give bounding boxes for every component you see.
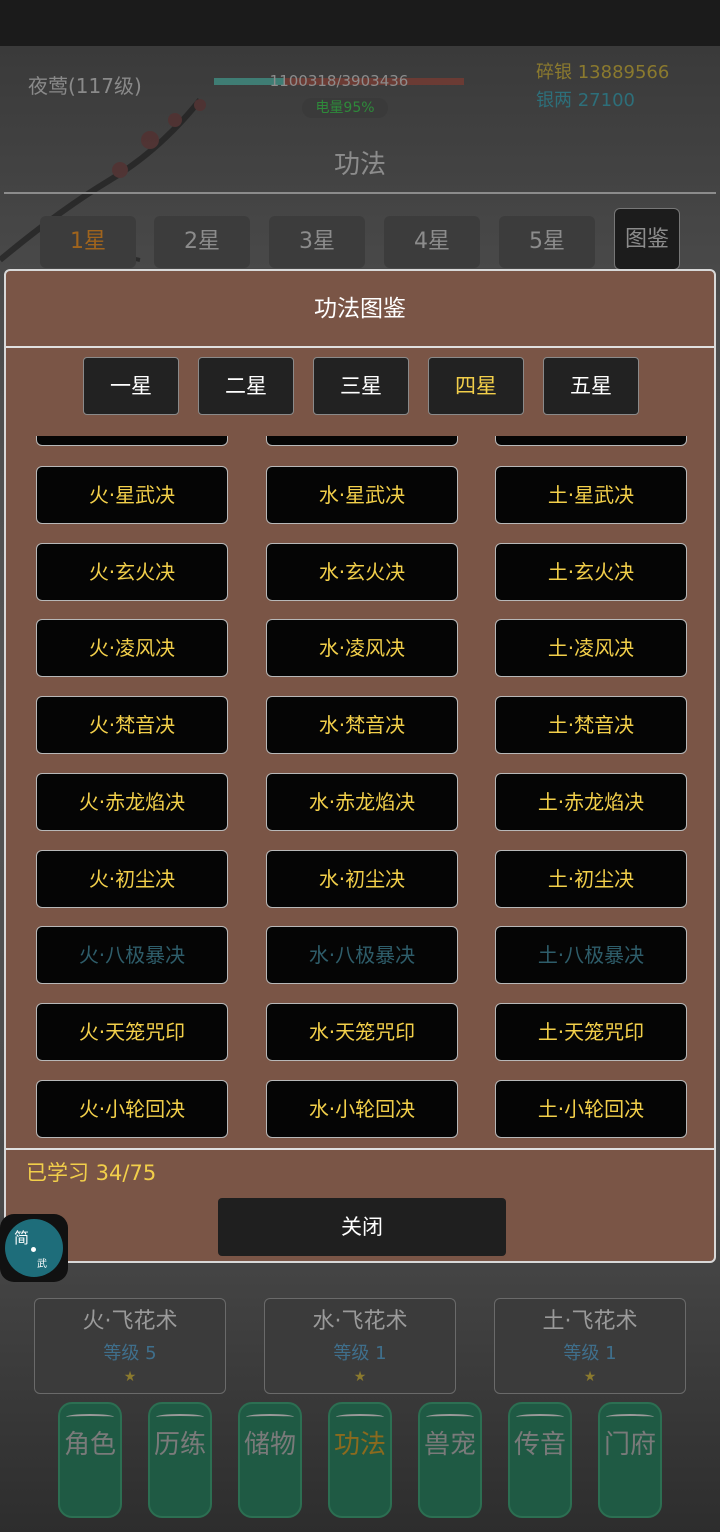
- skill-button[interactable]: 水·初尘决: [266, 849, 458, 908]
- learned-count: 已学习 34/75: [26, 1161, 157, 1185]
- silver-taels: 银两 27100: [536, 90, 635, 111]
- skill-button[interactable]: 土·八极暴决: [495, 926, 687, 985]
- bottom-nav: 角色 历练 储物 功法 兽宠 传音 门府: [0, 1402, 720, 1522]
- cloud-icon: [606, 1414, 654, 1420]
- silver-fragments: 碎银 13889566: [536, 62, 670, 83]
- star-icon: ★: [583, 1369, 597, 1385]
- tab-5-star[interactable]: 5星: [499, 216, 595, 268]
- battery-indicator: 电量95%: [302, 98, 388, 118]
- bg-skill-level: 等级 5: [103, 1343, 157, 1364]
- skill-button[interactable]: 土·初尘决: [495, 849, 687, 908]
- badge-char: 简: [14, 1229, 30, 1247]
- nav-pets[interactable]: 兽宠: [418, 1402, 482, 1518]
- nav-label: 储物: [243, 1430, 296, 1460]
- cloud-icon: [336, 1414, 384, 1420]
- badge-dot: [31, 1247, 36, 1252]
- skill-button[interactable]: 火·赤龙焰决: [36, 772, 228, 831]
- bg-skill-card[interactable]: 水·飞花术 等级 1 ★: [264, 1298, 456, 1394]
- nav-label: 兽宠: [423, 1430, 476, 1460]
- nav-label: 功法: [333, 1430, 386, 1460]
- skill-button[interactable]: 水·星武决: [266, 466, 458, 524]
- exp-text: 1100318/3903436: [269, 72, 409, 90]
- game-screen: 夜莺(117级) 1100318/3903436 电量95% 碎银 138895…: [0, 0, 720, 1532]
- bg-skill-level: 等级 1: [563, 1343, 617, 1364]
- skill-button[interactable]: 火·梵音决: [36, 696, 228, 755]
- nav-storage[interactable]: 储物: [238, 1402, 302, 1518]
- player-name: 夜莺(117级): [28, 74, 142, 98]
- bg-skill-name: 火·飞花术: [82, 1309, 178, 1334]
- cloud-icon: [156, 1414, 204, 1420]
- skill-button[interactable]: 水·小轮回决: [266, 1079, 458, 1138]
- skill-grid: 火·星武决 水·星武决 土·星武决火·玄火决 水·玄火决 土·玄火决火·凌风决 水·凌风决…: [6, 436, 714, 1148]
- cloud-icon: [516, 1414, 564, 1420]
- nav-messages[interactable]: 传音: [508, 1402, 572, 1518]
- skill-button[interactable]: 土·凌风决: [495, 619, 687, 678]
- skill-button[interactable]: 火·凌风决: [36, 619, 228, 678]
- star-tabs: 1星 2星 3星 4星 5星 图鉴: [0, 208, 720, 270]
- modal-tab-one-star[interactable]: 一星: [83, 357, 179, 415]
- skill-button[interactable]: 火·天笼咒印: [36, 1002, 228, 1061]
- close-button[interactable]: 关闭: [218, 1198, 506, 1256]
- tab-3-star[interactable]: 3星: [269, 216, 365, 268]
- nav-label: 门府: [603, 1430, 656, 1460]
- modal-tab-three-star[interactable]: 三星: [313, 357, 409, 415]
- skill-button[interactable]: 土·天笼咒印: [495, 1002, 687, 1061]
- bg-skill-card[interactable]: 土·飞花术 等级 1 ★: [494, 1298, 686, 1394]
- skill-button-partial[interactable]: [266, 436, 458, 446]
- page-title: 功法: [333, 150, 386, 180]
- bg-skill-card[interactable]: 火·飞花术 等级 5 ★: [34, 1298, 226, 1394]
- skill-codex-modal: 功法图鉴 一星 二星 三星 四星 五星 火·星武决 水·星武决 土·星武决火·玄火决…: [4, 269, 716, 1263]
- skill-button-partial[interactable]: [36, 436, 228, 446]
- cloud-icon: [66, 1414, 114, 1420]
- nav-label: 历练: [153, 1430, 206, 1460]
- nav-label: 角色: [63, 1430, 116, 1460]
- skill-button[interactable]: 土·星武决: [495, 466, 687, 524]
- star-icon: ★: [123, 1369, 137, 1385]
- badge-char-small: 武: [37, 1259, 47, 1270]
- modal-tab-five-star[interactable]: 五星: [543, 357, 639, 415]
- modal-star-tabs: 一星 二星 三星 四星 五星: [6, 357, 714, 415]
- nav-character[interactable]: 角色: [58, 1402, 122, 1518]
- skill-button[interactable]: 火·初尘决: [36, 849, 228, 908]
- cloud-icon: [426, 1414, 474, 1420]
- star-icon: ★: [353, 1369, 367, 1385]
- skill-button-partial[interactable]: [495, 436, 687, 446]
- modal-tab-two-star[interactable]: 二星: [198, 357, 294, 415]
- skill-button[interactable]: 水·梵音决: [266, 696, 458, 755]
- modal-title: 功法图鉴: [314, 296, 406, 322]
- modal-footer-divider: [6, 1148, 714, 1150]
- tab-1-star[interactable]: 1星: [40, 216, 136, 268]
- floating-assistant-badge[interactable]: 简 武: [0, 1214, 68, 1282]
- skill-button[interactable]: 火·八极暴决: [36, 926, 228, 985]
- nav-training[interactable]: 历练: [148, 1402, 212, 1518]
- skill-button[interactable]: 火·小轮回决: [36, 1079, 228, 1138]
- skill-button[interactable]: 土·小轮回决: [495, 1079, 687, 1138]
- skill-button[interactable]: 水·八极暴决: [266, 926, 458, 985]
- tab-2-star[interactable]: 2星: [154, 216, 250, 268]
- skill-button[interactable]: 水·天笼咒印: [266, 1002, 458, 1061]
- nav-skills[interactable]: 功法: [328, 1402, 392, 1518]
- bg-skill-name: 水·飞花术: [312, 1309, 408, 1334]
- skill-button[interactable]: 土·玄火决: [495, 542, 687, 601]
- skill-button[interactable]: 土·梵音决: [495, 696, 687, 755]
- modal-divider: [6, 346, 714, 348]
- modal-tab-four-star[interactable]: 四星: [428, 357, 524, 415]
- skill-button[interactable]: 土·赤龙焰决: [495, 772, 687, 831]
- nav-sect[interactable]: 门府: [598, 1402, 662, 1518]
- tab-4-star[interactable]: 4星: [384, 216, 480, 268]
- skill-button[interactable]: 火·星武决: [36, 466, 228, 524]
- system-status-bar: [0, 0, 720, 46]
- header-divider: [4, 192, 716, 194]
- nav-label: 传音: [513, 1430, 566, 1460]
- header: 夜莺(117级) 1100318/3903436 电量95% 碎银 138895…: [0, 46, 720, 196]
- bg-skill-level: 等级 1: [333, 1343, 387, 1364]
- cloud-icon: [246, 1414, 294, 1420]
- skill-button[interactable]: 水·玄火决: [266, 542, 458, 601]
- tab-codex[interactable]: 图鉴: [614, 208, 680, 270]
- skill-button[interactable]: 火·玄火决: [36, 542, 228, 601]
- badge-circle: 简 武: [5, 1219, 63, 1277]
- bg-skill-name: 土·飞花术: [542, 1309, 638, 1334]
- skill-button[interactable]: 水·赤龙焰决: [266, 772, 458, 831]
- skill-button[interactable]: 水·凌风决: [266, 619, 458, 678]
